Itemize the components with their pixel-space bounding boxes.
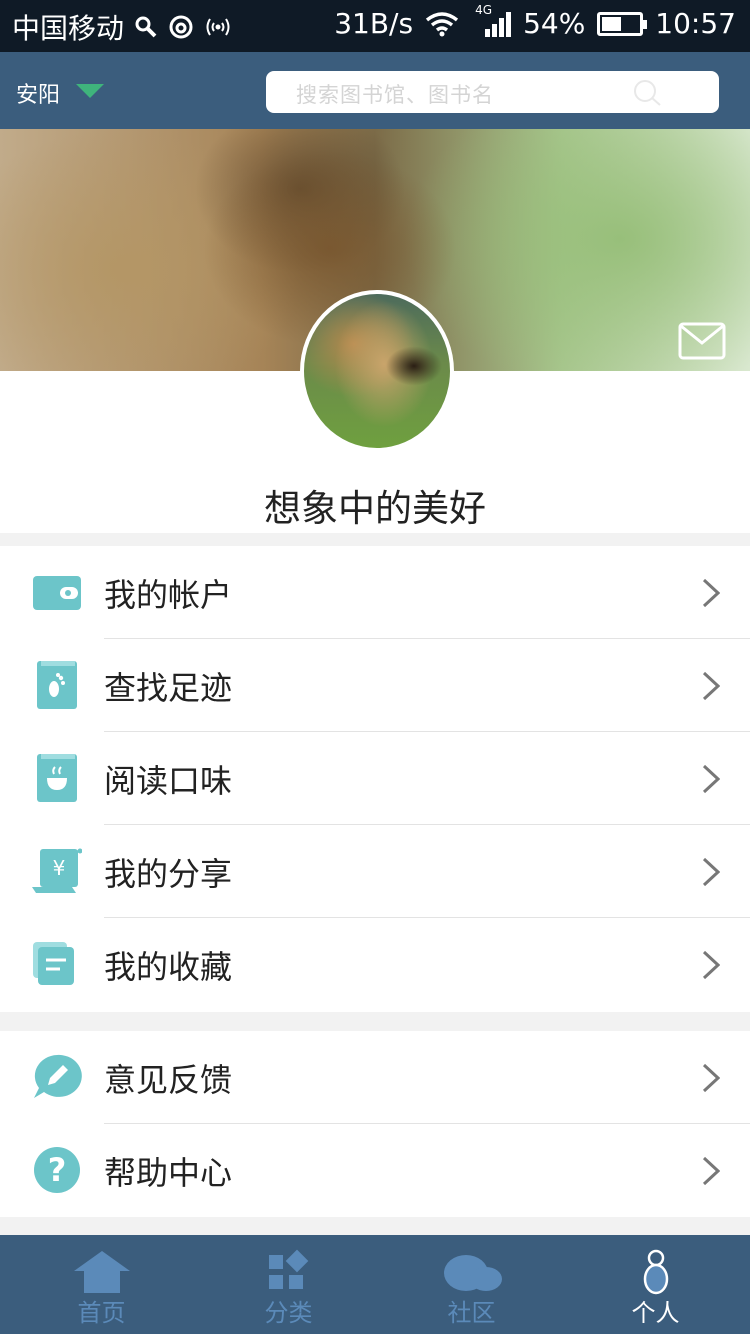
tab-label: 分类 <box>264 1299 313 1327</box>
search-placeholder[interactable]: 搜索图书馆、图书名 <box>296 79 494 109</box>
clock: 10:57 <box>655 7 736 40</box>
carrier-label: 中国移动 <box>12 12 125 45</box>
yen-scroll-icon: ¥ <box>32 848 82 893</box>
city-selector[interactable]: 安阳 <box>16 77 60 109</box>
chevron-right-icon <box>702 578 720 608</box>
hotspot-icon <box>206 18 230 36</box>
cloud-icon <box>443 1255 502 1291</box>
menu-item-shares[interactable]: ¥ 我的分享 <box>0 825 750 918</box>
category-icon <box>268 1249 308 1289</box>
menu-item-feedback[interactable]: 意见反馈 <box>0 1031 750 1124</box>
menu-group-primary: 我的帐户 查找足迹 阅读口味 ¥ 我的分享 我的收藏 <box>0 546 750 1012</box>
cup-book-icon <box>37 754 77 802</box>
chevron-right-icon <box>702 857 720 887</box>
search-status-icon <box>135 16 157 38</box>
cell-signal: 4G <box>471 3 512 39</box>
app-header: 安阳 搜索图书馆、图书名 <box>0 52 750 129</box>
wifi-icon <box>425 11 459 36</box>
menu-item-account[interactable]: 我的帐户 <box>0 546 750 639</box>
svg-text:?: ? <box>48 1151 67 1189</box>
svg-text:¥: ¥ <box>53 856 66 880</box>
tab-label: 社区 <box>447 1299 496 1327</box>
battery-fill <box>602 16 622 31</box>
menu-item-help[interactable]: ? 帮助中心 <box>0 1124 750 1217</box>
menu-item-label: 我的分享 <box>104 855 233 893</box>
menu-item-label: 我的帐户 <box>104 576 233 614</box>
signal-bars-icon <box>485 11 512 37</box>
menu-item-favorites[interactable]: 我的收藏 <box>0 918 750 1011</box>
question-circle-icon: ? <box>34 1147 80 1193</box>
pencil-bubble-icon <box>34 1054 82 1098</box>
menu-group-support: 意见反馈 ? 帮助中心 <box>0 1031 750 1217</box>
netease-icon <box>169 15 193 39</box>
battery-icon <box>597 11 648 36</box>
home-icon <box>73 1251 130 1293</box>
status-bar: 中国移动 31B/s 4G 54% 10:57 <box>0 0 750 52</box>
menu-item-label: 意见反馈 <box>104 1061 233 1099</box>
tab-label: 首页 <box>77 1299 126 1327</box>
search-box[interactable]: 搜索图书馆、图书名 <box>266 71 719 113</box>
search-icon[interactable] <box>633 78 661 106</box>
menu-item-footprints[interactable]: 查找足迹 <box>0 639 750 732</box>
tab-label: 个人 <box>631 1299 680 1327</box>
chevron-right-icon <box>702 1063 720 1093</box>
menu-item-label: 阅读口味 <box>104 762 233 800</box>
tab-profile[interactable]: 个人 <box>562 1235 749 1334</box>
tab-home[interactable]: 首页 <box>8 1235 195 1334</box>
user-nickname: 想象中的美好 <box>264 487 486 530</box>
bottom-tab-bar: 首页 分类 社区 个人 <box>0 1235 750 1334</box>
city-dropdown-arrow-icon[interactable] <box>76 84 104 98</box>
chevron-right-icon <box>702 671 720 701</box>
battery-percent: 54% <box>523 7 586 40</box>
chevron-right-icon <box>702 764 720 794</box>
menu-item-label: 帮助中心 <box>104 1154 233 1192</box>
person-icon <box>643 1249 668 1295</box>
wallet-icon <box>33 576 81 610</box>
tab-community[interactable]: 社区 <box>378 1235 565 1334</box>
menu-item-reading-taste[interactable]: 阅读口味 <box>0 732 750 825</box>
menu-item-label: 查找足迹 <box>104 669 233 707</box>
mail-icon[interactable] <box>678 322 726 360</box>
stacked-notes-icon <box>33 942 74 985</box>
network-speed: 31B/s <box>334 7 414 40</box>
avatar[interactable] <box>300 290 454 452</box>
footprint-book-icon <box>37 661 77 709</box>
chevron-right-icon <box>702 1156 720 1186</box>
tab-category[interactable]: 分类 <box>195 1235 382 1334</box>
menu-item-label: 我的收藏 <box>104 948 233 986</box>
chevron-right-icon <box>702 950 720 980</box>
